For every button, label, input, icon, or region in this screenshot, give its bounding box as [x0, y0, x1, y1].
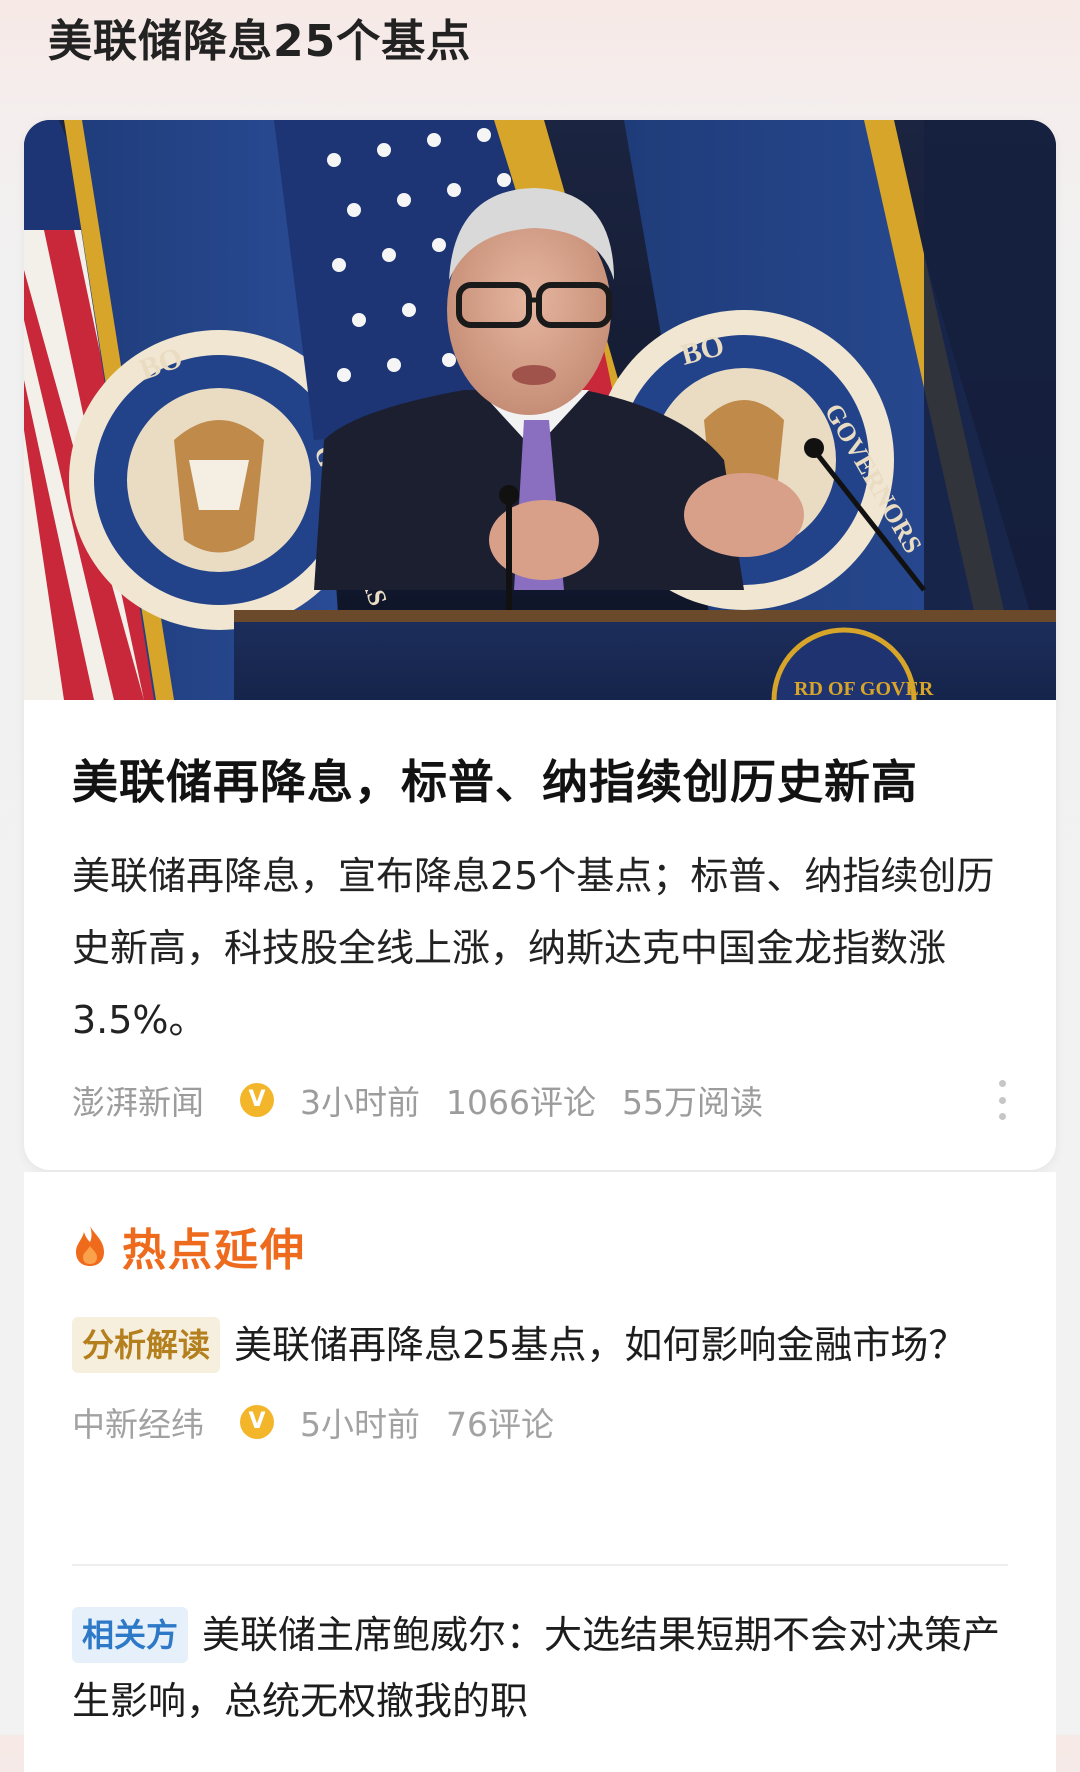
news-headline[interactable]: 美联储再降息，标普、纳指续创历史新高 — [72, 750, 1012, 814]
list-item-title-text[interactable]: 美联储主席鲍威尔：大选结果短期不会对决策产生影响，总统无权撤我的职 — [72, 1613, 1000, 1723]
svg-text:RD OF GOVER: RD OF GOVER — [794, 678, 934, 700]
verified-icon: V — [240, 1405, 274, 1439]
tag-analysis: 分析解读 — [72, 1317, 221, 1373]
item-time: 5小时前 — [300, 1405, 420, 1444]
list-item-meta: 中新经纬 V 5小时前 76评论 — [72, 1398, 1022, 1446]
news-summary: 美联储再降息，宣布降息25个基点；标普、纳指续创历史新高，科技股全线上涨，纳斯达… — [72, 854, 995, 1042]
hot-extension-title: 热点延伸 — [122, 1225, 306, 1276]
news-meta: 澎湃新闻 V 3小时前 1066评论 55万阅读 — [72, 1076, 1012, 1124]
hot-extension-section: 热点延伸 分析解读 美联储再降息25基点，如何影响金融市场？ 中新经纬 V 5小时… — [24, 1172, 1056, 1772]
page-title: 美联储降息25个基点 — [48, 16, 472, 67]
news-card[interactable]: BO GOVERNORS — [24, 120, 1056, 1170]
list-item-title-text[interactable]: 美联储再降息25基点，如何影响金融市场？ — [234, 1323, 966, 1367]
news-time: 3小时前 — [300, 1083, 420, 1122]
item-comments[interactable]: 76评论 — [446, 1398, 554, 1446]
news-hero-image[interactable]: BO GOVERNORS — [24, 120, 1056, 700]
list-item[interactable]: 相关方 美联储主席鲍威尔：大选结果短期不会对决策产生影响，总统无权撤我的职 — [72, 1602, 1022, 1734]
list-item-title[interactable]: 相关方 美联储主席鲍威尔：大选结果短期不会对决策产生影响，总统无权撤我的职 — [72, 1602, 1022, 1734]
list-item-title[interactable]: 分析解读 美联储再降息25基点，如何影响金融市场？ — [72, 1312, 1022, 1378]
news-source[interactable]: 澎湃新闻 — [72, 1076, 204, 1124]
more-options-icon[interactable] — [992, 1076, 1012, 1124]
tag-related: 相关方 — [72, 1607, 189, 1663]
verified-icon: V — [240, 1083, 274, 1117]
flame-icon — [76, 1226, 104, 1266]
hot-extension-header: 热点延伸 — [72, 1216, 306, 1276]
item-divider — [72, 1564, 1008, 1566]
news-reads: 55万阅读 — [621, 1083, 763, 1122]
news-comments[interactable]: 1066评论 — [446, 1076, 596, 1124]
item-source[interactable]: 中新经纬 — [72, 1398, 204, 1446]
list-item[interactable]: 分析解读 美联储再降息25基点，如何影响金融市场？ 中新经纬 V 5小时前 76评… — [72, 1312, 1022, 1446]
